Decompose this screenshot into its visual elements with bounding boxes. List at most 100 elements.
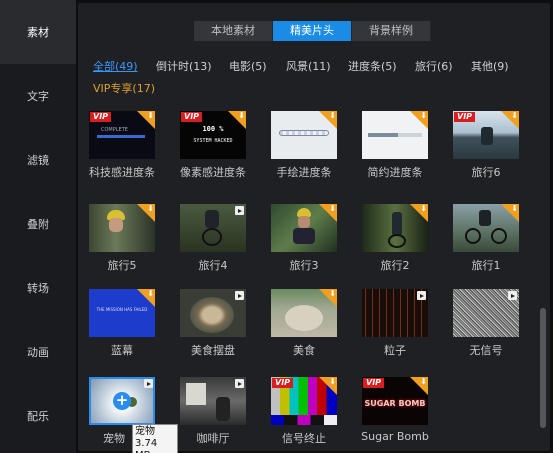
thumb-text: SUGAR BOMB [364, 399, 426, 408]
template-thumbnail[interactable]: ⬇ [453, 204, 519, 252]
progress-bar-graphic [97, 135, 145, 138]
sidebar-item-text[interactable]: 文字 [0, 64, 76, 128]
template-thumbnail[interactable]: ⬇ [362, 204, 428, 252]
template-caption: 美食 [293, 344, 315, 357]
filter-countdown[interactable]: 倒计时(13) [156, 58, 212, 74]
template-item[interactable]: ⬇ 手绘进度条 [271, 111, 337, 179]
template-caption: 手绘进度条 [276, 166, 332, 179]
play-icon [144, 379, 153, 388]
template-thumbnail[interactable]: ⬇ [271, 289, 337, 337]
template-item[interactable]: ⬇ 旅行1 [453, 204, 519, 272]
template-thumbnail[interactable]: 100 % SYSTEM HACKED VIP ⬇ [180, 111, 246, 159]
thumb-text: COMPLETE [101, 127, 128, 133]
template-thumbnail[interactable]: + [89, 377, 155, 425]
template-thumbnail[interactable] [453, 289, 519, 337]
template-caption: 信号终止 [282, 432, 326, 445]
template-item-selected[interactable]: + 宠物 [89, 377, 155, 445]
play-icon [235, 206, 244, 215]
template-caption: 旅行5 [107, 259, 137, 272]
template-caption: 美食摆盘 [191, 344, 235, 357]
template-caption: 旅行4 [198, 259, 228, 272]
template-thumbnail[interactable]: THE MISSION HAS FAILED ⬇ [89, 289, 155, 337]
template-thumbnail[interactable]: COMPLETE VIP ⬇ [89, 111, 155, 159]
template-item[interactable]: THE MISSION HAS FAILED ⬇ 蓝幕 [89, 289, 155, 357]
template-thumbnail[interactable]: ⬇ [271, 111, 337, 159]
thumb-text: THE MISSION HAS FAILED [96, 307, 148, 312]
vip-badge: VIP [454, 112, 476, 122]
filter-movie[interactable]: 电影(5) [229, 58, 267, 74]
template-thumbnail[interactable]: ⬇ [271, 204, 337, 252]
play-icon [235, 291, 244, 300]
template-thumbnail[interactable] [362, 289, 428, 337]
template-item[interactable]: 咖啡厅 [180, 377, 246, 445]
item-tooltip: 宠物 3.74 MB [132, 424, 178, 453]
template-caption: 简约进度条 [367, 166, 423, 179]
template-caption: 像素感进度条 [180, 166, 246, 179]
template-item[interactable]: 旅行4 [180, 204, 246, 272]
template-caption: 咖啡厅 [196, 432, 230, 445]
sidebar-item-transition[interactable]: 转场 [0, 256, 76, 320]
thumb-text: SYSTEM HACKED [193, 138, 233, 144]
template-caption: 旅行2 [380, 259, 410, 272]
filter-vip[interactable]: VIP专享(17) [93, 80, 155, 96]
template-thumbnail[interactable]: ⬇ [362, 111, 428, 159]
scrollbar[interactable] [540, 103, 546, 443]
vip-badge: VIP [272, 378, 294, 388]
sidebar-item-music[interactable]: 配乐 [0, 384, 76, 448]
template-caption: 科技感进度条 [89, 166, 155, 179]
template-item[interactable]: ⬇ 旅行5 [89, 204, 155, 272]
tooltip-size: 3.74 MB [135, 438, 158, 453]
template-item[interactable]: 粒子 [362, 289, 428, 357]
vip-badge: VIP [181, 112, 203, 122]
template-item[interactable]: SUGAR BOMB VIP ⬇ Sugar Bomb [361, 377, 429, 443]
template-item[interactable]: ⬇ 美食 [271, 289, 337, 357]
template-thumbnail[interactable] [180, 204, 246, 252]
template-item[interactable]: 美食摆盘 [180, 289, 246, 357]
filter-travel[interactable]: 旅行(6) [415, 58, 453, 74]
tab-local-material[interactable]: 本地素材 [194, 21, 273, 41]
template-item[interactable]: ⬇ 简约进度条 [362, 111, 428, 179]
play-icon [417, 291, 426, 300]
tab-featured-intro[interactable]: 精美片头 [273, 21, 352, 41]
template-thumbnail[interactable] [180, 377, 246, 425]
play-icon [508, 291, 517, 300]
material-panel: 本地素材 精美片头 背景样例 全部(49) 倒计时(13) 电影(5) 风景(1… [78, 3, 550, 451]
template-item[interactable]: COMPLETE VIP ⬇ 科技感进度条 [89, 111, 155, 179]
template-caption: 无信号 [469, 344, 503, 357]
template-item[interactable]: ⬇ 旅行2 [362, 204, 428, 272]
template-item[interactable]: ⬇ 旅行3 [271, 204, 337, 272]
template-item[interactable]: 100 % SYSTEM HACKED VIP ⬇ 像素感进度条 [180, 111, 246, 179]
sidebar-item-filter[interactable]: 滤镜 [0, 128, 76, 192]
template-caption: 旅行6 [471, 166, 501, 179]
template-item[interactable]: VIP ⬇ 信号终止 [271, 377, 337, 445]
template-caption: 蓝幕 [111, 344, 133, 357]
sidebar-item-animation[interactable]: 动画 [0, 320, 76, 384]
template-item[interactable]: 无信号 [453, 289, 519, 357]
tab-background-samples[interactable]: 背景样例 [352, 21, 431, 41]
template-thumbnail[interactable] [180, 289, 246, 337]
sidebar: 素材 文字 滤镜 叠附 转场 动画 配乐 [0, 0, 76, 453]
tooltip-name: 宠物 [135, 426, 155, 437]
template-thumbnail[interactable]: ⬇ [89, 204, 155, 252]
vip-badge: VIP [363, 378, 385, 388]
vip-badge: VIP [90, 112, 112, 122]
template-thumbnail[interactable]: VIP ⬇ [453, 111, 519, 159]
source-tabs: 本地素材 精美片头 背景样例 [194, 21, 431, 41]
filter-scenery[interactable]: 风景(11) [286, 58, 331, 74]
filter-all[interactable]: 全部(49) [93, 58, 138, 74]
template-thumbnail[interactable]: VIP ⬇ [271, 377, 337, 425]
template-caption: 旅行3 [289, 259, 319, 272]
template-caption: Sugar Bomb [361, 430, 429, 443]
scrollbar-thumb[interactable] [540, 308, 546, 428]
progress-bar-graphic [279, 130, 329, 136]
template-caption: 旅行1 [471, 259, 501, 272]
sidebar-item-overlay[interactable]: 叠附 [0, 192, 76, 256]
play-icon [235, 379, 244, 388]
filter-progress-bar[interactable]: 进度条(5) [348, 58, 397, 74]
template-caption: 粒子 [384, 344, 406, 357]
template-thumbnail[interactable]: SUGAR BOMB VIP ⬇ [362, 377, 428, 425]
filter-other[interactable]: 其他(9) [471, 58, 509, 74]
sidebar-item-material[interactable]: 素材 [0, 0, 76, 64]
add-to-timeline-button[interactable]: + [113, 392, 131, 410]
template-item[interactable]: VIP ⬇ 旅行6 [453, 111, 519, 179]
